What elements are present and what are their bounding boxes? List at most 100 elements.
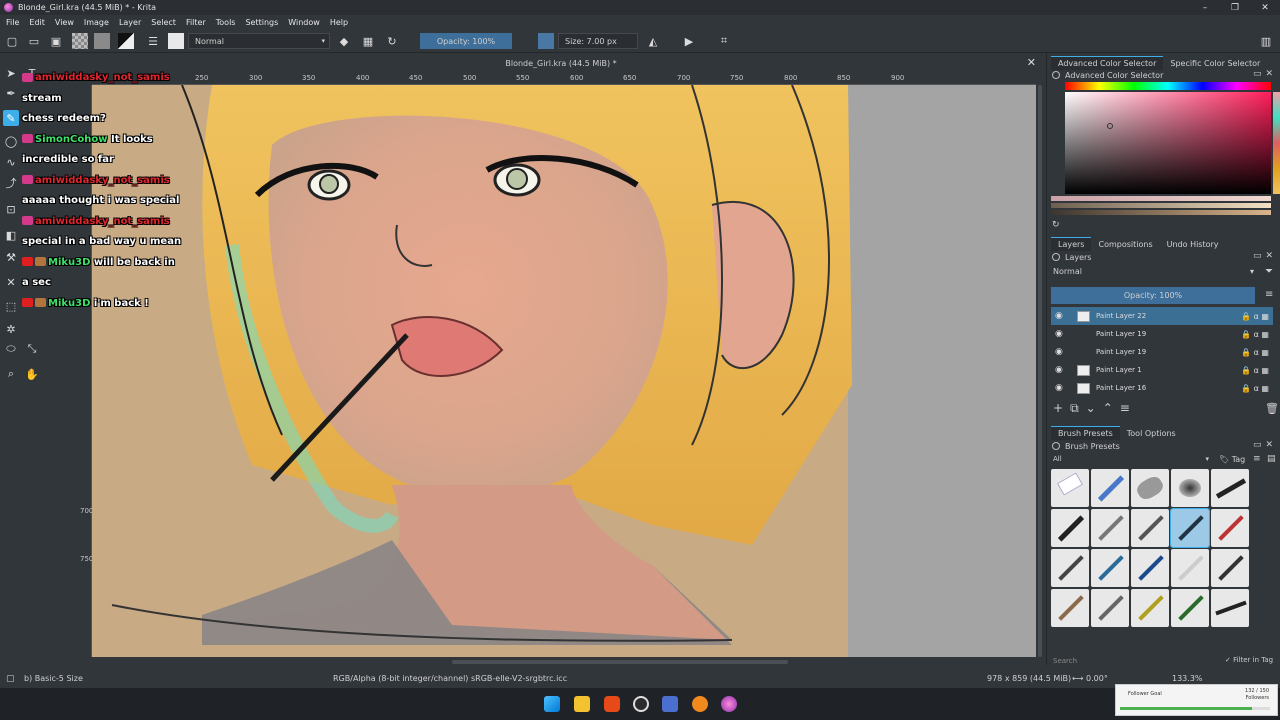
open-document-icon[interactable]: ▭: [26, 33, 42, 49]
menu-edit[interactable]: Edit: [29, 18, 45, 27]
tab-layers[interactable]: Layers: [1051, 237, 1092, 251]
visibility-eye-icon[interactable]: ◉: [1055, 347, 1063, 357]
brush-filter-select[interactable]: All ▾: [1051, 455, 1211, 466]
reload-preset-icon[interactable]: ↻: [384, 33, 400, 49]
color-slider[interactable]: [1051, 203, 1271, 208]
gradient-swatch[interactable]: [94, 33, 110, 49]
scrollbar-thumb[interactable]: [452, 660, 788, 664]
brush-preset[interactable]: [1131, 549, 1169, 587]
tag-button[interactable]: 🏷 Tag: [1219, 455, 1245, 464]
measure-tool-icon[interactable]: ✕: [3, 274, 19, 290]
tab-brush-presets[interactable]: Brush Presets: [1051, 426, 1120, 440]
file-explorer-icon[interactable]: [574, 696, 590, 712]
vertical-scrollbar[interactable]: [1036, 85, 1044, 657]
menu-image[interactable]: Image: [84, 18, 109, 27]
layer-opacity-slider[interactable]: Opacity: 100%: [1051, 287, 1255, 304]
filter-in-tag-checkbox[interactable]: ✓ Filter in Tag: [1225, 656, 1273, 664]
blend-mode-select[interactable]: Normal ▾: [188, 33, 330, 49]
layer-row[interactable]: ◉ Paint Layer 19 🔒 α ▦: [1051, 325, 1273, 343]
brush-preset[interactable]: [1051, 469, 1089, 507]
close-window-button[interactable]: ✕: [1250, 0, 1280, 15]
assistant-tool-icon[interactable]: ⚒: [3, 249, 19, 265]
document-tab[interactable]: Blonde_Girl.kra (44.5 MiB) * ✕: [80, 55, 1042, 72]
gradient-tool-icon[interactable]: ◧: [3, 227, 19, 243]
brush-preset[interactable]: [1051, 509, 1089, 547]
visibility-eye-icon[interactable]: ◉: [1055, 311, 1063, 321]
brave-browser-icon[interactable]: [604, 696, 620, 712]
tab-tool-options[interactable]: Tool Options: [1120, 427, 1183, 440]
mirror-vertical-icon[interactable]: ▶: [681, 33, 697, 49]
calligraphy-tool-icon[interactable]: ✒: [3, 85, 19, 101]
menu-layer[interactable]: Layer: [119, 18, 141, 27]
brush-settings-icon[interactable]: ☰: [145, 33, 161, 49]
view-menu-icon[interactable]: ≡: [1253, 454, 1261, 464]
windows-start-icon[interactable]: [544, 696, 560, 712]
rotation-value[interactable]: 0.00°: [1086, 674, 1108, 683]
maximize-button[interactable]: ❐: [1220, 0, 1250, 15]
menu-settings[interactable]: Settings: [245, 18, 278, 27]
brush-preset[interactable]: [1211, 509, 1249, 547]
minimize-button[interactable]: –: [1190, 0, 1220, 15]
transform-tool-icon[interactable]: ⊡: [3, 201, 19, 217]
brush-preset[interactable]: [1171, 589, 1209, 627]
brush-preset[interactable]: [1051, 589, 1089, 627]
zoom-tool-icon[interactable]: ⌕: [3, 366, 19, 382]
docker-float-close-icon[interactable]: ▭✕: [1253, 251, 1277, 261]
fg-bg-color-swatch[interactable]: [118, 33, 134, 49]
color-slider[interactable]: [1051, 196, 1271, 201]
brush-preset[interactable]: [1091, 509, 1129, 547]
docker-float-close-icon[interactable]: ▭✕: [1253, 440, 1277, 450]
layer-row[interactable]: ◉ Paint Layer 22 🔒 α ▦: [1051, 307, 1273, 325]
add-layer-icon[interactable]: +: [1053, 401, 1070, 415]
docker-float-close-icon[interactable]: ▭✕: [1253, 69, 1277, 79]
menu-filter[interactable]: Filter: [186, 18, 206, 27]
ellipse-tool-icon[interactable]: ◯: [3, 133, 19, 149]
brush-preset[interactable]: [1171, 549, 1209, 587]
pattern-swatch[interactable]: [72, 33, 88, 49]
brush-preset[interactable]: [1091, 469, 1129, 507]
brush-search-input[interactable]: Search: [1051, 657, 1211, 667]
layer-row[interactable]: ◉ Paint Layer 19 🔒 α ▦: [1051, 343, 1273, 361]
color-history-strip[interactable]: [1273, 92, 1280, 194]
opacity-slider[interactable]: Opacity: 100%: [420, 33, 512, 49]
mirror-horizontal-icon[interactable]: ◭: [645, 33, 661, 49]
color-picker-cursor[interactable]: [1107, 123, 1113, 129]
saturation-value-square[interactable]: [1065, 92, 1271, 194]
save-icon[interactable]: ▣: [48, 33, 64, 49]
lock-alpha-icons[interactable]: 🔒 α ▦: [1241, 330, 1269, 339]
lock-alpha-icons[interactable]: 🔒 α ▦: [1241, 366, 1269, 375]
brush-preset[interactable]: [1091, 549, 1129, 587]
menu-view[interactable]: View: [55, 18, 74, 27]
rotation-icon[interactable]: ⟷: [1072, 674, 1083, 683]
eraser-icon[interactable]: ◆: [336, 33, 352, 49]
docker-toggle-icon[interactable]: ▥: [1258, 33, 1274, 49]
brush-preset[interactable]: [1171, 469, 1209, 507]
color-slider[interactable]: [1051, 210, 1271, 215]
menu-icon[interactable]: ≡: [1265, 289, 1273, 300]
visibility-eye-icon[interactable]: ◉: [1055, 329, 1063, 339]
obs-icon[interactable]: [633, 696, 649, 712]
magnetic-select-icon[interactable]: ⤡: [24, 341, 40, 357]
visibility-eye-icon[interactable]: ◉: [1055, 365, 1063, 375]
brush-preset[interactable]: [1131, 589, 1169, 627]
tab-advanced-color-selector[interactable]: Advanced Color Selector: [1051, 56, 1164, 70]
rectangle-select-icon[interactable]: ⬚: [3, 298, 19, 314]
canvas[interactable]: [92, 85, 1036, 657]
brush-preset-selected[interactable]: [1170, 508, 1210, 548]
brush-preset[interactable]: [1091, 589, 1129, 627]
lock-alpha-icons[interactable]: 🔒 α ▦: [1241, 348, 1269, 357]
pan-tool-icon[interactable]: ✋: [24, 366, 40, 382]
zoom-value[interactable]: 133.3%: [1172, 674, 1203, 683]
dynamic-brush-tool-icon[interactable]: ⤴: [3, 175, 19, 191]
brush-preset[interactable]: [1211, 589, 1249, 627]
layer-blend-mode-select[interactable]: Normal ▾: [1051, 267, 1256, 279]
bezier-tool-icon[interactable]: ∿: [3, 154, 19, 170]
horizontal-scrollbar[interactable]: [92, 658, 1036, 666]
wrap-around-icon[interactable]: ⌗: [716, 33, 732, 49]
menu-tools[interactable]: Tools: [216, 18, 236, 27]
krita-taskbar-icon[interactable]: [721, 696, 737, 712]
menu-window[interactable]: Window: [288, 18, 320, 27]
blender-icon[interactable]: [692, 696, 708, 712]
brush-preset[interactable]: [1131, 509, 1169, 547]
brush-preset[interactable]: [1131, 469, 1169, 507]
